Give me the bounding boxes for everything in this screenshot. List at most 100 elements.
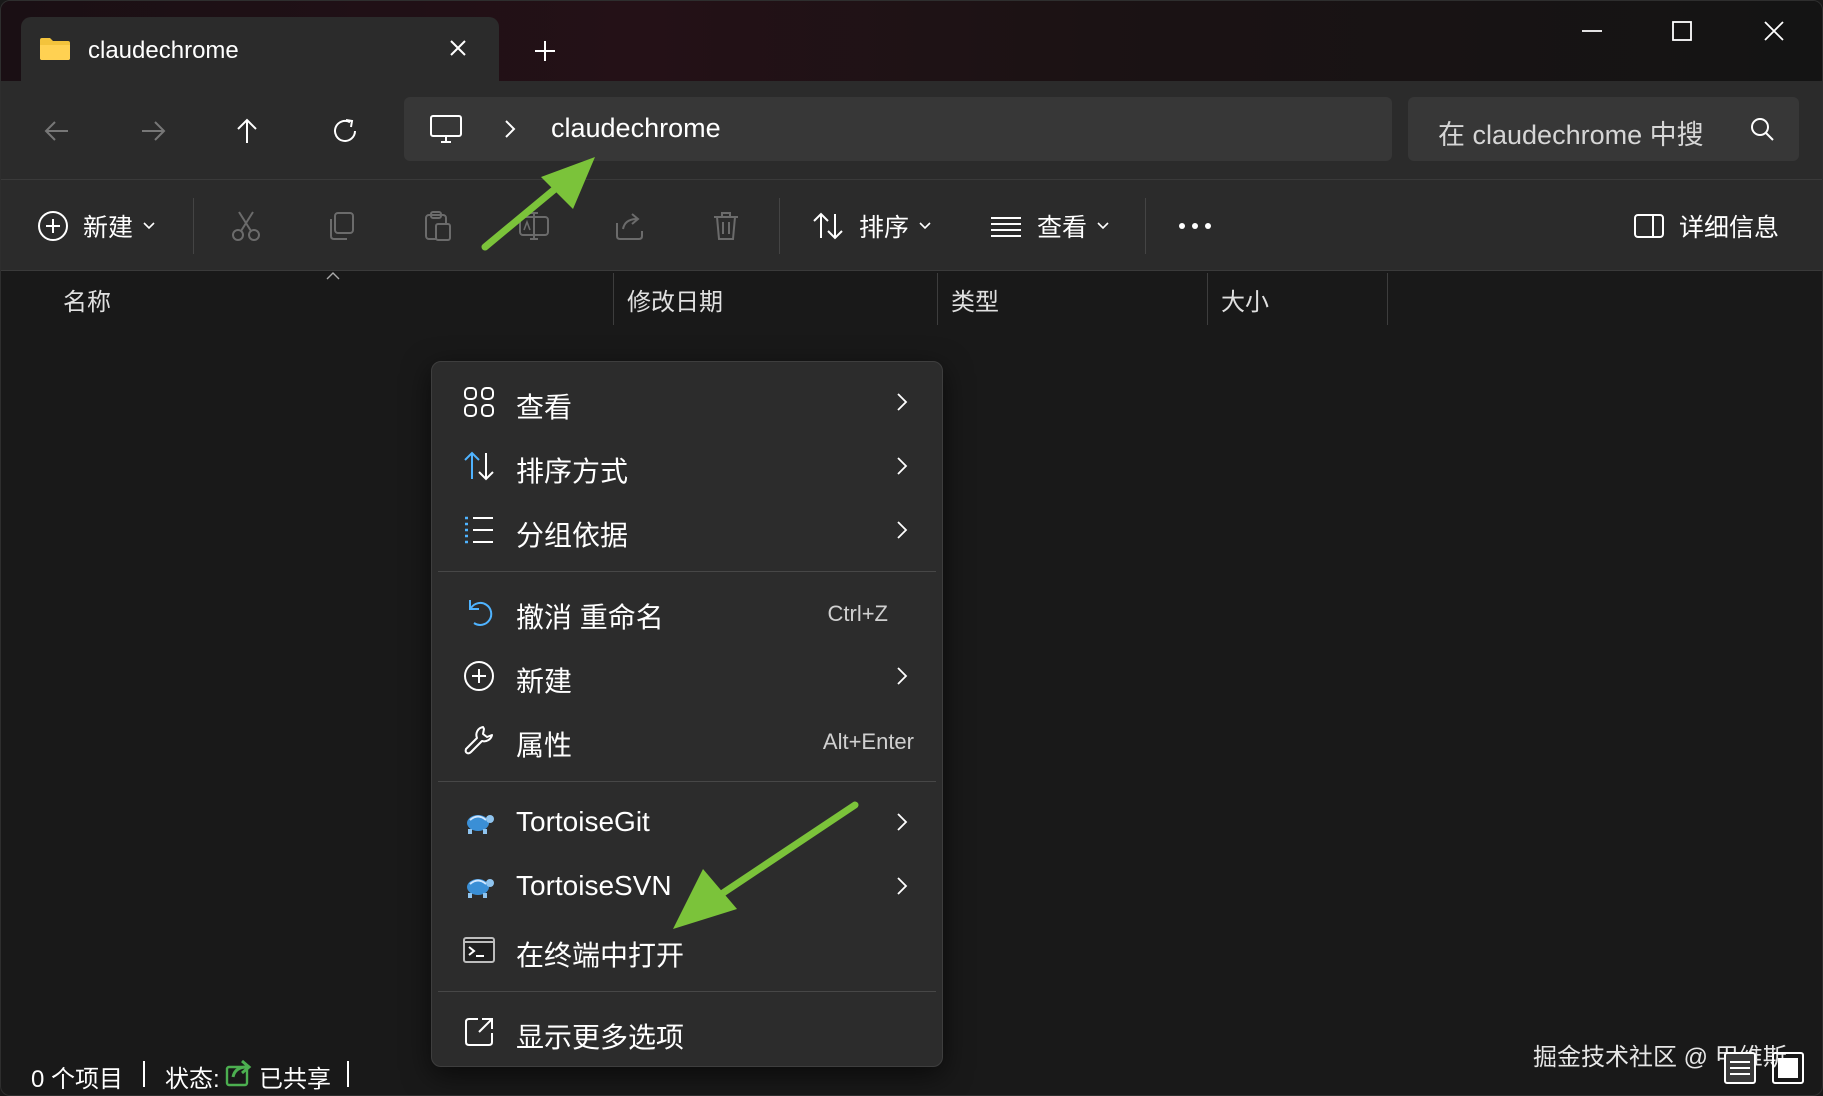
divider	[779, 198, 780, 254]
share-icon	[616, 213, 643, 240]
chevron-right-icon[interactable]	[498, 115, 522, 143]
column-separator[interactable]	[1387, 273, 1388, 325]
up-button[interactable]	[219, 103, 275, 159]
share-button[interactable]	[613, 202, 647, 250]
item-count: 0 个项目	[31, 1066, 124, 1093]
chevron-right-icon	[897, 877, 908, 895]
delete-icon	[714, 212, 738, 240]
menu-item-label: 在终端中打开	[516, 940, 685, 971]
sort-icon	[464, 451, 494, 481]
menu-item-tortoisegit[interactable]: TortoiseGit	[438, 791, 936, 853]
details-view-icon	[1724, 1052, 1756, 1084]
more-icon	[1179, 223, 1211, 229]
wrench-icon	[464, 726, 493, 755]
minimize-button[interactable]	[1557, 7, 1627, 55]
menu-item-tortoisesvn[interactable]: TortoiseSVN	[438, 855, 936, 917]
menu-item-label: TortoiseSVN	[516, 870, 672, 901]
search-placeholder: 在 claudechrome 中搜	[1438, 120, 1704, 150]
menu-item-label: 显示更多选项	[516, 1022, 685, 1053]
column-header-size[interactable]: 大小	[1221, 273, 1269, 325]
chevron-down-icon	[1097, 222, 1109, 230]
tab-claudechrome[interactable]: claudechrome	[21, 17, 499, 81]
menu-item-view[interactable]: 查看	[438, 371, 936, 433]
column-header-name[interactable]: 名称	[63, 273, 111, 325]
divider	[193, 198, 194, 254]
chevron-right-icon	[897, 457, 908, 475]
context-menu: 查看 排序方式 分组依据 撤消 重命名 Ctrl+Z 新建 属性 Alt+Ent…	[431, 361, 943, 1067]
view-button[interactable]: 查看	[989, 202, 1109, 250]
forward-button[interactable]	[125, 103, 181, 159]
more-button[interactable]	[1177, 202, 1213, 250]
command-bar: 新建 排序 查看 详细信息	[1, 179, 1822, 271]
menu-item-label: 属性	[516, 730, 573, 761]
shared-status: 已共享	[259, 1066, 331, 1093]
new-button[interactable]: 新建	[37, 202, 155, 250]
shared-icon	[225, 1059, 252, 1087]
arrow-left-icon	[44, 121, 68, 141]
tab-close-button[interactable]	[441, 31, 475, 65]
column-separator[interactable]	[1207, 273, 1208, 325]
new-button-label: 新建	[83, 214, 134, 242]
refresh-icon	[334, 119, 356, 142]
tortoisegit-icon	[467, 815, 494, 834]
undo-icon	[469, 600, 493, 626]
new-plus-icon	[38, 211, 68, 241]
cut-button[interactable]	[229, 202, 263, 250]
status-separator	[143, 1061, 145, 1087]
details-pane-label: 详细信息	[1679, 214, 1780, 242]
copy-button[interactable]	[325, 202, 359, 250]
details-view-toggle[interactable]	[1723, 1049, 1757, 1087]
delete-button[interactable]	[709, 202, 743, 250]
column-separator[interactable]	[613, 273, 614, 325]
tiles-view-toggle[interactable]	[1771, 1049, 1805, 1087]
search-input[interactable]: 在 claudechrome 中搜	[1408, 97, 1799, 161]
back-button[interactable]	[29, 103, 85, 159]
maximize-button[interactable]	[1647, 7, 1717, 55]
chevron-right-icon	[897, 393, 908, 411]
new-plus-icon	[464, 661, 494, 691]
rename-icon	[519, 212, 549, 240]
address-bar[interactable]: claudechrome	[404, 97, 1392, 161]
arrow-right-icon	[142, 121, 166, 141]
terminal-icon	[463, 937, 495, 963]
paste-button[interactable]	[421, 202, 455, 250]
close-icon	[1764, 21, 1784, 41]
details-pane-button[interactable]: 详细信息	[1633, 202, 1779, 250]
menu-item-group-by[interactable]: 分组依据	[438, 499, 936, 561]
tortoisesvn-icon	[467, 879, 494, 898]
tiles-view-icon	[1772, 1052, 1804, 1084]
column-separator[interactable]	[937, 273, 938, 325]
minimize-icon	[1582, 30, 1602, 32]
breadcrumb-claudechrome[interactable]: claudechrome	[551, 113, 721, 144]
menu-item-sort-by[interactable]: 排序方式	[438, 435, 936, 497]
file-explorer-window: claudechrome claudechrome 在 claudechrome…	[0, 0, 1823, 1096]
rename-button[interactable]	[517, 202, 551, 250]
refresh-button[interactable]	[317, 103, 373, 159]
sort-ascending-icon	[326, 272, 340, 280]
menu-item-properties[interactable]: 属性 Alt+Enter	[438, 709, 936, 771]
this-pc-icon	[430, 115, 462, 143]
menu-item-label: 分组依据	[516, 520, 629, 551]
chevron-right-icon	[897, 813, 908, 831]
sort-button[interactable]: 排序	[811, 202, 931, 250]
column-header-modified[interactable]: 修改日期	[627, 273, 723, 325]
menu-item-label: TortoiseGit	[516, 806, 650, 837]
view-grid-icon	[464, 387, 494, 417]
sort-icon	[813, 212, 843, 240]
details-pane-icon	[1634, 214, 1664, 238]
menu-item-label: 排序方式	[516, 456, 629, 487]
new-tab-button[interactable]	[525, 31, 565, 71]
menu-item-new[interactable]: 新建	[438, 645, 936, 707]
view-button-label: 查看	[1037, 214, 1088, 242]
column-header-type[interactable]: 类型	[951, 273, 999, 325]
tab-title: claudechrome	[88, 37, 239, 64]
more-options-icon	[465, 1018, 493, 1046]
menu-item-open-in-terminal[interactable]: 在终端中打开	[438, 919, 936, 981]
sort-button-label: 排序	[859, 214, 910, 242]
group-list-icon	[465, 516, 493, 544]
close-window-button[interactable]	[1739, 7, 1809, 55]
paste-icon	[425, 211, 451, 241]
menu-item-label: 查看	[516, 392, 573, 423]
menu-item-undo-rename[interactable]: 撤消 重命名 Ctrl+Z	[438, 581, 936, 643]
divider	[1145, 198, 1146, 254]
